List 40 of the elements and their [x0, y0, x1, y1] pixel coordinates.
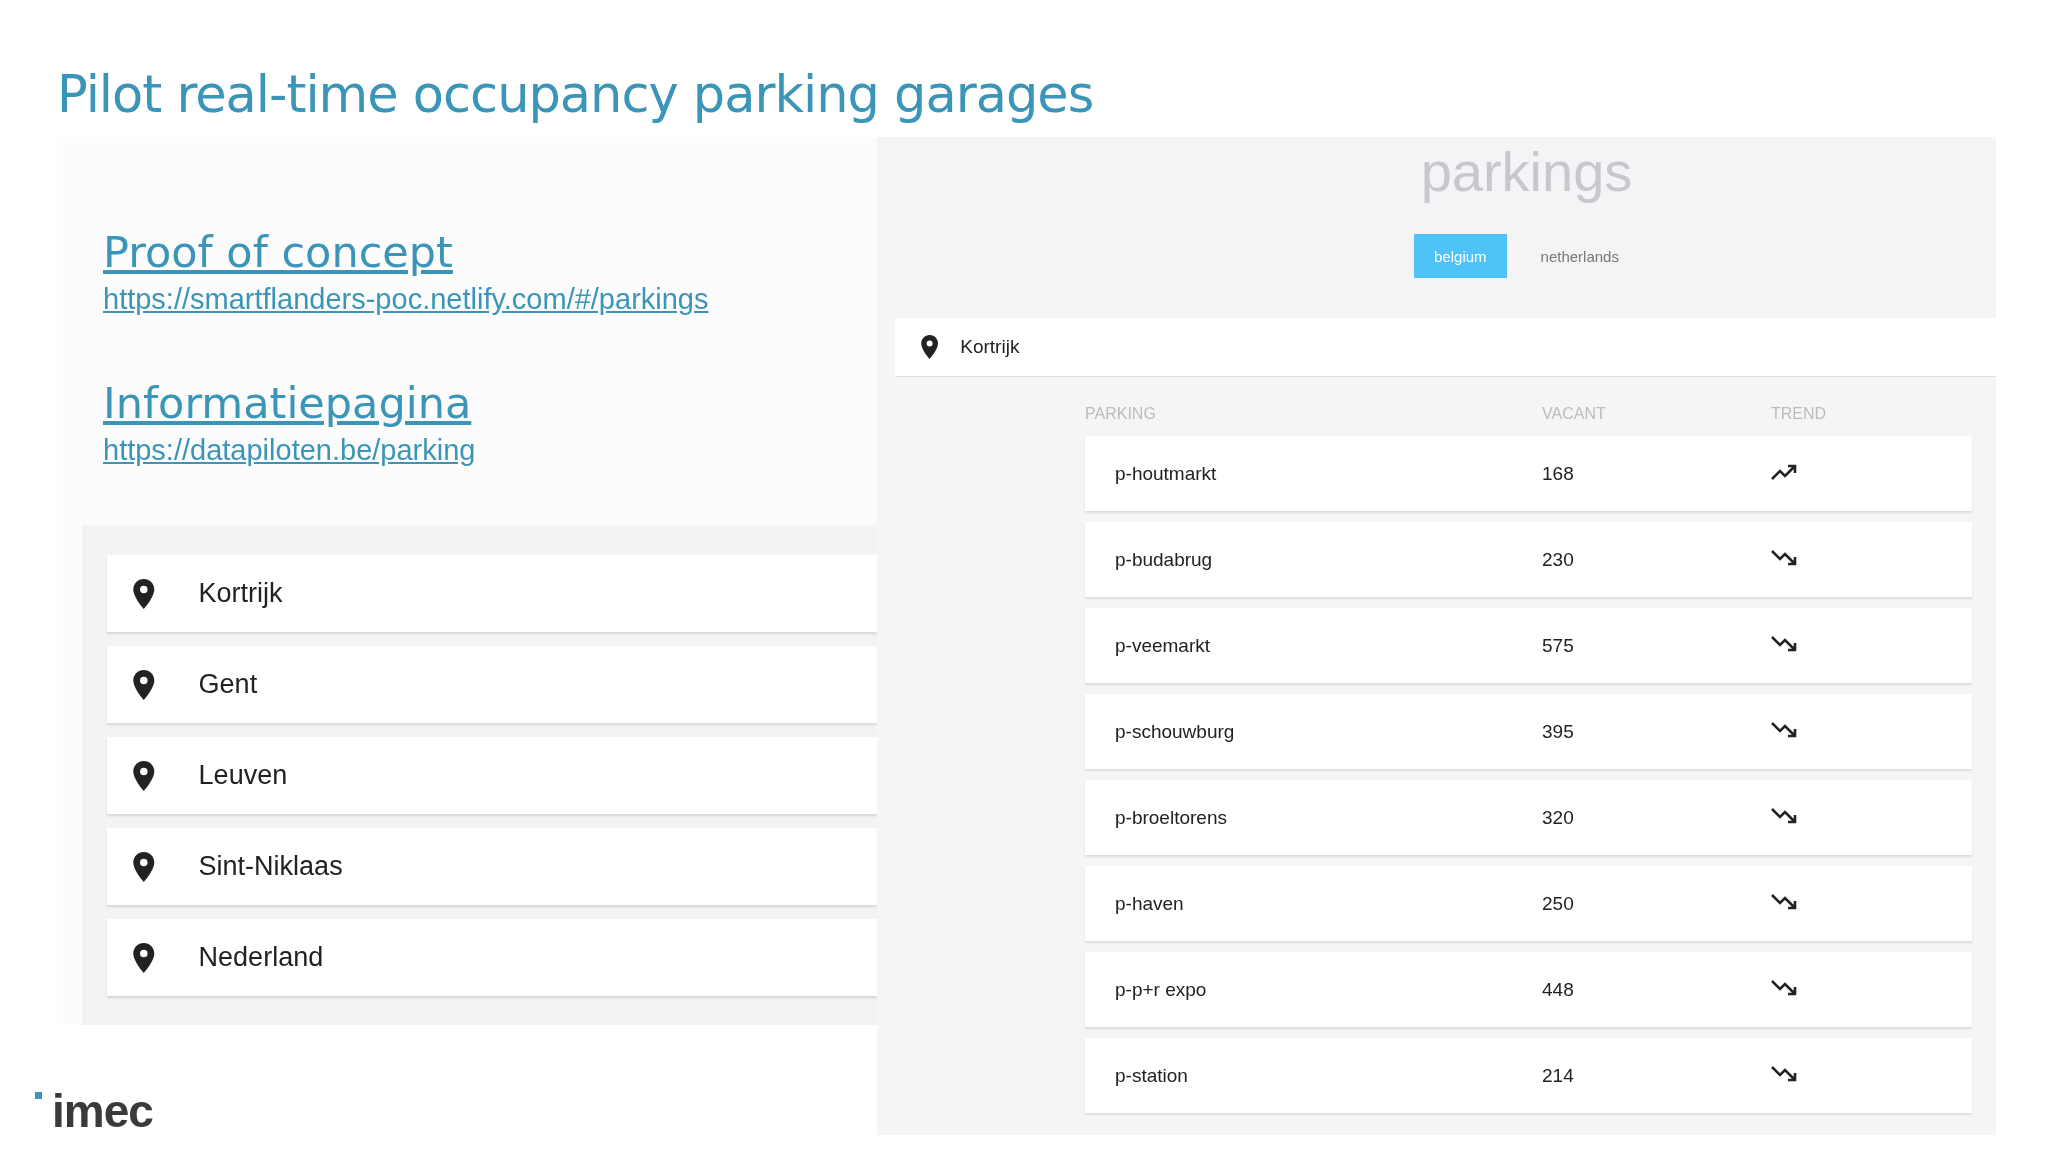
city-name: Gent: [198, 669, 258, 700]
parking-name: p-schouwburg: [1114, 720, 1236, 743]
location-pin-icon: [133, 760, 155, 791]
vacant-count: 230: [1542, 548, 1575, 571]
vacant-count: 250: [1542, 892, 1575, 915]
city-name: Leuven: [198, 760, 288, 791]
city-name: Kortrijk: [198, 578, 283, 609]
location-pin-icon: [133, 578, 155, 609]
country-tab[interactable]: netherlands: [1520, 234, 1639, 278]
vacant-count: 448: [1542, 978, 1575, 1001]
vacant-count: 395: [1542, 720, 1575, 743]
vacant-count: 575: [1542, 634, 1575, 657]
parking-name: p-broeltorens: [1114, 806, 1228, 829]
parking-name: p-budabrug: [1114, 548, 1214, 571]
city-name: Sint-Niklaas: [198, 851, 343, 882]
column-header: TREND: [1771, 405, 1828, 424]
column-header: PARKING: [1085, 405, 1157, 424]
location-pin-icon: [133, 851, 155, 882]
vacant-count: 320: [1542, 806, 1575, 829]
parking-name: p-haven: [1114, 892, 1185, 915]
logo-text: imec: [52, 1088, 153, 1134]
city-list-item[interactable]: Kortrijk: [107, 555, 877, 632]
parking-name: p-veemarkt: [1114, 634, 1212, 657]
location-pin-icon: [133, 942, 155, 973]
city-list-item[interactable]: Nederland: [107, 919, 877, 996]
slide-title: Pilot real-time occupancy parking garages: [57, 64, 1095, 126]
parking-name: p-station: [1114, 1064, 1189, 1087]
parking-name: p-p+r expo: [1114, 978, 1208, 1001]
city-name: Nederland: [198, 942, 324, 973]
column-header: VACANT: [1542, 405, 1607, 424]
city-list-item[interactable]: Leuven: [107, 737, 877, 814]
city-list-item[interactable]: Gent: [107, 646, 877, 723]
vacant-count: 214: [1542, 1064, 1575, 1087]
parking-name: p-houtmarkt: [1114, 462, 1218, 485]
location-pin-icon: [133, 669, 155, 700]
city-list-item[interactable]: Sint-Niklaas: [107, 828, 877, 905]
city-bar[interactable]: Kortrijk: [895, 318, 1996, 377]
location-pin-icon: [921, 335, 939, 359]
city-name: Kortrijk: [960, 336, 1020, 358]
vacant-count: 168: [1542, 462, 1575, 485]
